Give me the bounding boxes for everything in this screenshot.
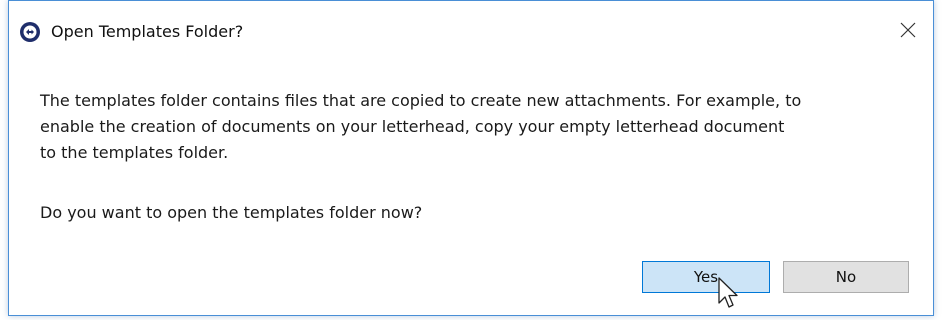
dialog-title: Open Templates Folder? (51, 22, 244, 41)
dialog-message: The templates folder contains files that… (40, 91, 802, 162)
app-logo-icon (19, 21, 41, 43)
no-button[interactable]: No (783, 261, 909, 293)
yes-button[interactable]: Yes (642, 261, 770, 293)
title-bar: Open Templates Folder? (9, 1, 933, 61)
mouse-cursor-icon (717, 276, 747, 312)
dialog-window: Open Templates Folder? The templates fol… (8, 0, 934, 316)
close-icon (900, 22, 916, 42)
close-button[interactable] (891, 15, 925, 49)
dialog-question: Do you want to open the templates folder… (40, 203, 423, 222)
